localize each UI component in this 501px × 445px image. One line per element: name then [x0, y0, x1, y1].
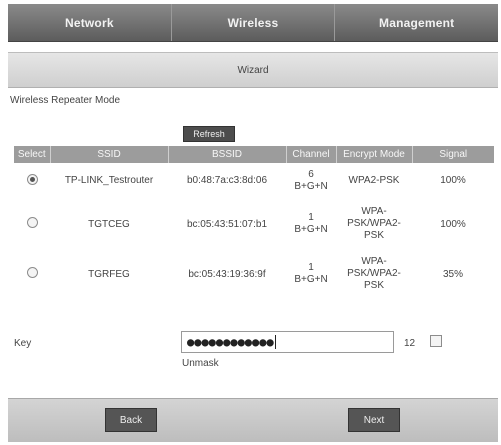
select-cell: [14, 163, 50, 198]
channel-cell: 6 B+G+N: [286, 163, 336, 198]
select-radio[interactable]: [26, 267, 38, 278]
table-row[interactable]: TGRFEG bc:05:43:19:36:9f 1 B+G+N WPA- PS…: [14, 250, 494, 298]
tab-management[interactable]: Management: [335, 4, 498, 41]
channel-mode: B+G+N: [294, 180, 328, 192]
key-input[interactable]: ●●●●●●●●●●●●: [181, 331, 394, 353]
channel-cell: 1 B+G+N: [286, 250, 336, 298]
channel-mode: B+G+N: [294, 274, 328, 285]
ssid-cell: TGRFEG: [88, 268, 130, 280]
access-point-table: Select SSID BSSID Channel Encrypt Mode S…: [14, 146, 494, 298]
encrypt-mode-cell: WPA- PSK/WPA2- PSK: [336, 250, 412, 298]
tab-network[interactable]: Network: [8, 4, 172, 41]
top-navigation: Network Wireless Management: [8, 4, 498, 42]
column-header-encrypt-mode: Encrypt Mode: [336, 146, 413, 163]
channel-number: 1: [308, 262, 314, 273]
refresh-button[interactable]: Refresh: [183, 126, 235, 142]
key-length: 12: [404, 338, 416, 349]
table-row[interactable]: TGTCEG bc:05:43:51:07:b1 1 B+G+N WPA- PS…: [14, 198, 494, 250]
encrypt-mode-text: PSK: [363, 280, 384, 291]
channel-cell: 1 B+G+N: [286, 198, 336, 250]
encrypt-mode-text: WPA2-PSK: [348, 174, 400, 186]
encrypt-mode-text: PSK: [363, 230, 384, 241]
signal-cell: 100%: [440, 175, 466, 186]
table-header-row: Select SSID BSSID Channel Encrypt Mode S…: [14, 146, 494, 163]
column-header-signal: Signal: [412, 146, 494, 163]
tab-wireless[interactable]: Wireless: [172, 4, 336, 41]
encrypt-mode-cell: WPA2-PSK: [336, 163, 412, 198]
signal-cell: 100%: [440, 218, 466, 230]
unmask-checkbox[interactable]: [430, 335, 442, 347]
bssid-cell: bc:05:43:51:07:b1: [186, 218, 268, 230]
column-header-ssid: SSID: [50, 146, 169, 163]
ssid-cell: TP-LINK_Testrouter: [64, 175, 154, 186]
select-cell: [14, 198, 50, 250]
channel-number: 1: [308, 212, 314, 223]
column-header-bssid: BSSID: [168, 146, 287, 163]
sub-navigation: Wizard: [8, 52, 498, 88]
select-cell: [14, 250, 50, 298]
key-masked-value: ●●●●●●●●●●●●: [187, 335, 274, 349]
unmask-label: Unmask: [182, 358, 219, 369]
table-row[interactable]: TP-LINK_Testrouter b0:48:7a:c3:8d:06 6 B…: [14, 163, 494, 198]
encrypt-mode-text: WPA-: [361, 256, 387, 267]
back-button[interactable]: Back: [105, 408, 157, 432]
next-button[interactable]: Next: [348, 408, 400, 432]
subtab-wizard[interactable]: Wizard: [237, 65, 268, 76]
footer-bar: Back Next: [8, 398, 498, 442]
text-caret: [274, 335, 276, 349]
section-title: Wireless Repeater Mode: [10, 95, 121, 106]
column-header-channel: Channel: [286, 146, 337, 163]
encrypt-mode-text: PSK/WPA2-: [347, 218, 401, 229]
encrypt-mode-cell: WPA- PSK/WPA2- PSK: [336, 198, 412, 250]
ssid-cell: TGTCEG: [88, 218, 130, 230]
encrypt-mode-text: PSK/WPA2-: [347, 268, 401, 279]
key-label: Key: [14, 338, 32, 349]
select-radio[interactable]: [26, 217, 38, 228]
select-radio[interactable]: [26, 173, 38, 185]
bssid-cell: b0:48:7a:c3:8d:06: [186, 175, 268, 186]
channel-mode: B+G+N: [294, 224, 328, 235]
signal-cell: 35%: [442, 268, 463, 280]
channel-number: 6: [308, 168, 314, 180]
column-header-select: Select: [14, 146, 51, 163]
encrypt-mode-text: WPA-: [361, 206, 387, 217]
bssid-cell: bc:05:43:19:36:9f: [188, 268, 266, 280]
